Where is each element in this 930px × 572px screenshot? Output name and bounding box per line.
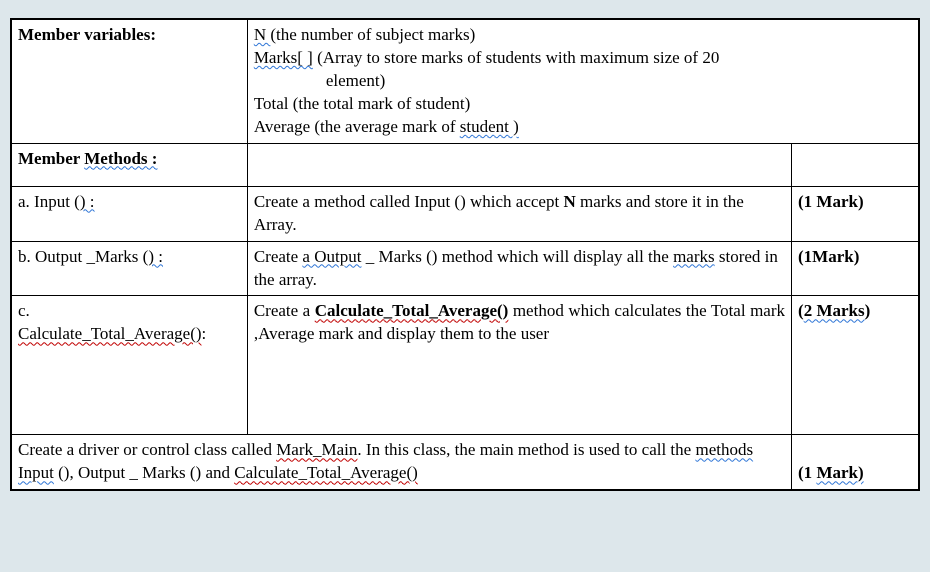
var-marks: Marks[ ] bbox=[254, 48, 313, 67]
var-marks-desc2: element) bbox=[326, 71, 385, 90]
var-average-b: student ) bbox=[460, 117, 519, 136]
cell-calc-mark: (2 Marks) bbox=[792, 296, 919, 435]
row-output: b. Output _Marks () : Create a Output _ … bbox=[12, 241, 919, 296]
calc-mark-sq: 2 Marks bbox=[804, 301, 865, 320]
calc-desc-sq: Calculate_Total_Average() bbox=[315, 301, 509, 320]
footer-mark-a: (1 bbox=[798, 463, 816, 482]
var-marks-desc: (Array to store marks of students with m… bbox=[313, 48, 720, 67]
calc-desc-a: Create a bbox=[254, 301, 315, 320]
calc-name-plain: c. bbox=[18, 301, 30, 320]
cell-output-mark: (1Mark) bbox=[792, 241, 919, 296]
output-desc-b: _ Marks () method which will display all… bbox=[361, 247, 673, 266]
label-methods-b: Methods : bbox=[84, 149, 157, 168]
output-desc-sq2: marks bbox=[673, 247, 715, 266]
var-n-desc: (the number of subject marks) bbox=[270, 25, 475, 44]
output-name-a: b. Output _Marks ( bbox=[18, 247, 148, 266]
cell-input-mark: (1 Mark) bbox=[792, 186, 919, 241]
calc-name-tail: : bbox=[202, 324, 207, 343]
output-desc-sq: a Output bbox=[302, 247, 361, 266]
output-desc-a: Create bbox=[254, 247, 303, 266]
label-methods-a: Member bbox=[18, 149, 84, 168]
cell-methods-empty2 bbox=[792, 143, 919, 186]
input-name-a: a. Input ( bbox=[18, 192, 80, 211]
var-total: Total (the total mark of student) bbox=[254, 94, 470, 113]
input-mark: (1 Mark) bbox=[798, 192, 864, 211]
footer-b: . In this class, the main method is used… bbox=[357, 440, 695, 459]
var-average-a: Average (the average mark of bbox=[254, 117, 460, 136]
input-desc-n: N bbox=[563, 192, 575, 211]
footer-mark-sq: Mark) bbox=[816, 463, 863, 482]
calc-mark-b: ) bbox=[865, 301, 871, 320]
cell-methods-empty1 bbox=[247, 143, 791, 186]
input-desc-a: Create a method called Input () which ac… bbox=[254, 192, 564, 211]
cell-calc-name: c. Calculate_Total_Average(): bbox=[12, 296, 248, 435]
output-name-b: ) : bbox=[148, 247, 163, 266]
cell-footer-desc: Create a driver or control class called … bbox=[12, 435, 792, 490]
table: Member variables: N (the number of subje… bbox=[11, 19, 919, 490]
cell-methods-label: Member Methods : bbox=[12, 143, 248, 186]
footer-sq1: Mark_Main bbox=[276, 440, 357, 459]
output-mark: (1Mark) bbox=[798, 247, 859, 266]
row-calc: c. Calculate_Total_Average(): Create a C… bbox=[12, 296, 919, 435]
row-member-methods: Member Methods : bbox=[12, 143, 919, 186]
cell-vars-desc: N (the number of subject marks) Marks[ ]… bbox=[247, 20, 918, 144]
cell-vars-label: Member variables: bbox=[12, 20, 248, 144]
spec-table: Member variables: N (the number of subje… bbox=[10, 18, 920, 491]
footer-sq3: Calculate_Total_Average() bbox=[234, 463, 418, 482]
row-input: a. Input () : Create a method called Inp… bbox=[12, 186, 919, 241]
footer-a: Create a driver or control class called bbox=[18, 440, 276, 459]
cell-input-name: a. Input () : bbox=[12, 186, 248, 241]
cell-input-desc: Create a method called Input () which ac… bbox=[247, 186, 791, 241]
cell-output-desc: Create a Output _ Marks () method which … bbox=[247, 241, 791, 296]
calc-name-sq: Calculate_Total_Average() bbox=[18, 324, 202, 343]
cell-output-name: b. Output _Marks () : bbox=[12, 241, 248, 296]
row-footer: Create a driver or control class called … bbox=[12, 435, 919, 490]
label-member-variables: Member variables: bbox=[18, 25, 156, 44]
footer-c: (), Output _ Marks () and bbox=[54, 463, 234, 482]
row-member-variables: Member variables: N (the number of subje… bbox=[12, 20, 919, 144]
input-name-b: ) : bbox=[80, 192, 95, 211]
var-n: N bbox=[254, 25, 271, 44]
cell-footer-mark: (1 Mark) bbox=[792, 435, 919, 490]
cell-calc-desc: Create a Calculate_Total_Average() metho… bbox=[247, 296, 791, 435]
